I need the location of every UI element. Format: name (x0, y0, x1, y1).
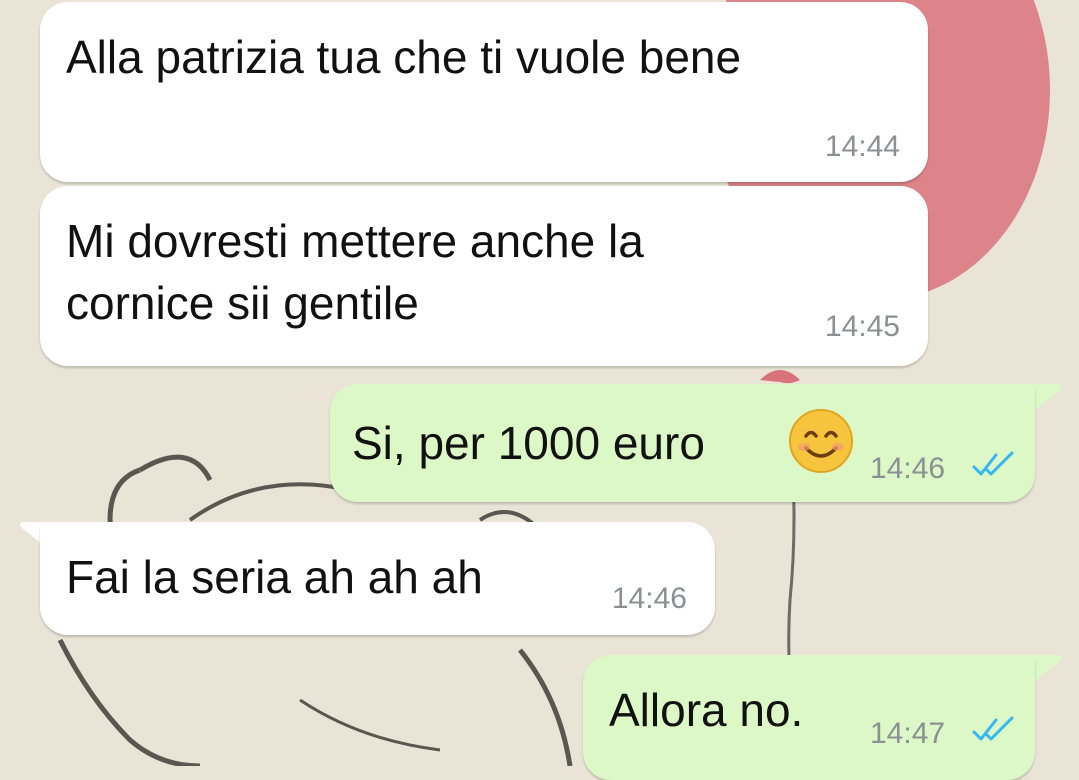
bubble-tail (1030, 655, 1062, 685)
message-text: Allora no. (609, 684, 804, 736)
read-receipt-icon (972, 716, 1014, 741)
message-text: Alla patrizia tua che ti vuole bene (66, 31, 742, 83)
message-bubble-incoming[interactable]: Fai la seria ah ah ah 14:46 (40, 522, 715, 635)
message-timestamp: 14:45 (824, 310, 900, 343)
read-receipt-icon (972, 451, 1014, 476)
smiling-face-icon (789, 409, 853, 473)
message-timestamp: 14:46 (611, 582, 687, 615)
message-text: Mi dovresti mettere anche la cornice sii… (66, 215, 644, 329)
message-timestamp: 14:47 (870, 717, 946, 750)
message-bubble-incoming[interactable]: Mi dovresti mettere anche la cornice sii… (40, 186, 928, 366)
bubble-tail (1030, 384, 1062, 414)
message-bubble-incoming[interactable]: Alla patrizia tua che ti vuole bene 14:4… (40, 2, 928, 182)
message-bubble-outgoing[interactable]: Allora no. 14:47 (583, 655, 1035, 780)
message-text: Si, per 1000 euro (352, 417, 705, 469)
message-timestamp: 14:46 (870, 452, 946, 485)
message-timestamp: 14:44 (824, 130, 900, 163)
message-text: Fai la seria ah ah ah (66, 551, 483, 603)
message-bubble-outgoing[interactable]: Si, per 1000 euro 14:46 (330, 384, 1035, 502)
